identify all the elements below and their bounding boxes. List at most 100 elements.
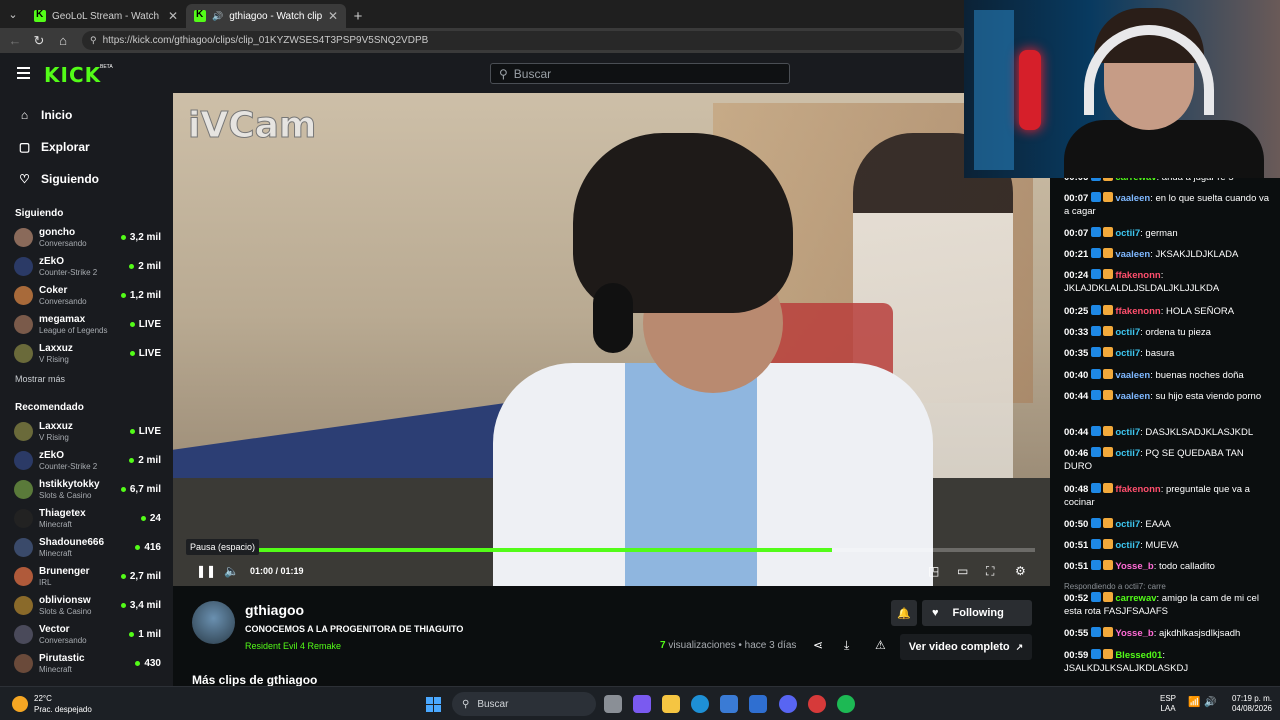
sidebar-channel[interactable]: Brunenger IRL 2,7 mil [0, 562, 173, 591]
chat-message: 00:07 vaaleen: en lo que suelta cuando va… [1064, 192, 1274, 218]
channel-category: Minecraft [39, 665, 72, 674]
chat-username[interactable]: octii7 [1115, 448, 1140, 459]
discord-icon[interactable] [779, 695, 797, 713]
wifi-icon[interactable]: 📶 [1188, 697, 1200, 708]
volume-tray-icon[interactable]: 🔊 [1204, 697, 1216, 708]
main-nav: ⌂ Inicio ▢ Explorar ♡ Siguiendo [0, 93, 173, 195]
mail-icon[interactable] [749, 695, 767, 713]
volume-icon[interactable]: 🔈 [224, 564, 239, 578]
settings-icon[interactable]: ⚙ [1015, 564, 1026, 578]
fullscreen-icon[interactable]: ⛶ [986, 564, 994, 579]
chat-username[interactable]: ffakenonn [1115, 306, 1160, 317]
chat-username[interactable]: octii7 [1115, 228, 1140, 239]
sidebar-channel[interactable]: Vector Conversando 1 mil [0, 620, 173, 649]
notifications-bell-button[interactable]: 🔔 [891, 600, 917, 626]
nav-siguiendo[interactable]: ♡ Siguiendo [0, 163, 173, 195]
audio-icon[interactable]: 🔊 [212, 11, 223, 22]
chat-username[interactable]: octii7 [1115, 540, 1140, 551]
chat-username[interactable]: vaaleen [1115, 193, 1150, 204]
search-input[interactable]: ⚲ Buscar [490, 63, 790, 84]
channel-avatar[interactable] [192, 601, 235, 644]
store-icon[interactable] [720, 695, 738, 713]
sidebar-channel[interactable]: Laxxuz V Rising LIVE [0, 417, 173, 446]
copilot-icon[interactable] [633, 695, 651, 713]
show-more-link[interactable]: Mostrar más [0, 374, 173, 384]
download-icon[interactable]: ⤓ [844, 638, 849, 653]
home-icon[interactable]: ⌂ [54, 32, 72, 50]
sidebar-channel[interactable]: oblivionsw Slots & Casino 3,4 mil [0, 591, 173, 620]
taskbar-search[interactable]: ⚲ Buscar [452, 692, 596, 716]
channel-name: Coker [39, 285, 68, 296]
windows-start-icon[interactable] [426, 697, 441, 712]
weather-widget[interactable]: 22°C Prac. despejado [12, 693, 92, 715]
following-button[interactable]: ♥ Following [922, 600, 1032, 626]
chat-username[interactable]: Blessed01 [1115, 650, 1162, 661]
chat-username[interactable]: Yosse_b [1115, 561, 1153, 572]
pause-icon[interactable]: ❚❚ [196, 564, 216, 578]
task-view-icon[interactable] [604, 695, 622, 713]
channel-name: Laxxuz [39, 421, 73, 432]
channel-category: IRL [39, 578, 52, 587]
chat-username[interactable]: ffakenonn [1115, 270, 1160, 281]
sidebar-channel[interactable]: Thiagetex Minecraft 24 [0, 504, 173, 533]
sidebar-channel[interactable]: Coker Conversando 1,2 mil [0, 281, 173, 310]
reload-icon[interactable]: ↻ [30, 32, 48, 50]
sidebar-channel[interactable]: hstikkytokky Slots & Casino 6,7 mil [0, 475, 173, 504]
chat-username[interactable]: vaaleen [1115, 391, 1150, 402]
kick-logo[interactable]: KICK [44, 63, 101, 87]
system-clock[interactable]: 07:19 p. m. 04/08/2026 [1222, 694, 1272, 714]
badge-icon [1091, 269, 1102, 279]
app-icon[interactable] [808, 695, 826, 713]
chat-username[interactable]: Yosse_b [1115, 628, 1153, 639]
new-tab-button[interactable]: + [346, 4, 370, 28]
video-frame-detail [493, 363, 933, 586]
theater-mode-icon[interactable]: ▭ [957, 564, 968, 578]
chat-username[interactable]: octii7 [1115, 348, 1140, 359]
spotify-icon[interactable] [837, 695, 855, 713]
more-clips-heading: Más clips de gthiagoo [192, 673, 318, 687]
webcam-frame-detail [1019, 50, 1041, 130]
clip-category[interactable]: Resident Evil 4 Remake [245, 641, 341, 651]
sidebar-channel[interactable]: Shadoune666 Minecraft 416 [0, 533, 173, 562]
channel-name[interactable]: gthiagoo [245, 602, 304, 618]
share-icon[interactable]: ⋖ [813, 638, 823, 652]
video-progress-bar[interactable] [188, 548, 1035, 552]
site-info-icon[interactable]: ⚲ [90, 35, 97, 46]
lang-layout: LAA [1160, 704, 1176, 713]
video-player[interactable]: iVCam Pausa (espacio) ❚❚ 🔈 01:00 / 01:19… [173, 93, 1050, 586]
sidebar-channel[interactable]: megamax League of Legends LIVE [0, 310, 173, 339]
tab-close-icon[interactable]: ✕ [168, 9, 178, 23]
nav-inicio[interactable]: ⌂ Inicio [0, 99, 173, 131]
chat-message: 00:46 octii7: PQ SE QUEDABA TAN DURO [1064, 447, 1274, 473]
chat-username[interactable]: octii7 [1115, 427, 1140, 438]
browser-tab-gthiagoo[interactable]: 🔊 gthiagoo - Watch clips on Kick ✕ [186, 4, 346, 28]
badge-icon [1103, 447, 1114, 457]
full-video-button[interactable]: Ver video completo ↗ [900, 634, 1032, 660]
channel-avatar [14, 567, 33, 586]
edge-icon[interactable] [691, 695, 709, 713]
pip-icon[interactable]: ◳ [928, 564, 939, 578]
back-arrow-icon[interactable]: ← [6, 32, 24, 50]
language-indicator[interactable]: ESP LAA [1160, 694, 1176, 714]
browser-tab-geolol[interactable]: GeoLoL Stream - Watch Live on K ✕ [26, 4, 186, 28]
chat-username[interactable]: vaaleen [1115, 249, 1150, 260]
chat-username[interactable]: octii7 [1115, 327, 1140, 338]
menu-hamburger-icon[interactable] [17, 67, 30, 79]
file-explorer-icon[interactable] [662, 695, 680, 713]
url-field[interactable]: ⚲ https://kick.com/gthiagoo/clips/clip_0… [82, 31, 962, 50]
chat-username[interactable]: octii7 [1115, 519, 1140, 530]
sidebar-channel[interactable]: zEkO Counter-Strike 2 2 mil [0, 446, 173, 475]
chat-username[interactable]: carrewav [1115, 593, 1156, 604]
sidebar-channel[interactable]: Laxxuz V Rising LIVE [0, 339, 173, 368]
sidebar-channel[interactable]: zEkO Counter-Strike 2 2 mil [0, 252, 173, 281]
tab-close-icon[interactable]: ✕ [328, 9, 338, 23]
report-icon[interactable]: ⚠ [875, 638, 886, 652]
sidebar-channel[interactable]: goncho Conversando 3,2 mil [0, 223, 173, 252]
full-video-label: Ver video completo [908, 641, 1010, 653]
nav-explorar[interactable]: ▢ Explorar [0, 131, 173, 163]
tab-list-chevron-icon[interactable]: ⌄ [0, 0, 26, 28]
chat-username[interactable]: ffakenonn [1115, 484, 1160, 495]
chat-username[interactable]: vaaleen [1115, 370, 1150, 381]
views-count: 7 [660, 640, 666, 651]
sidebar-channel[interactable]: Pirutastic Minecraft 430 [0, 649, 173, 678]
